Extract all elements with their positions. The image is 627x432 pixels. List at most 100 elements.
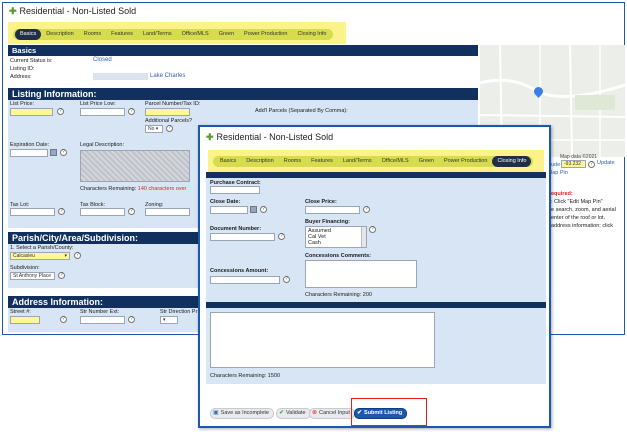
cancel-icon: ⊗ — [312, 410, 318, 416]
document-number-input[interactable] — [210, 233, 275, 241]
calendar-icon[interactable] — [250, 206, 257, 213]
calendar-icon[interactable] — [50, 149, 57, 156]
help-icon[interactable]: ? — [283, 276, 290, 283]
tab-power-production[interactable]: Power Production — [239, 29, 292, 40]
chars-remaining-label: Characters Remaining: 140 characters ove… — [80, 186, 186, 192]
help-icon[interactable]: ? — [369, 226, 376, 233]
list-price-input[interactable] — [10, 108, 53, 116]
parcel-input[interactable] — [145, 108, 190, 116]
tab-office-mls[interactable]: Office/MLS — [377, 156, 414, 167]
additional-parcels-label: Additional Parcels? — [145, 118, 193, 124]
str-direction-select[interactable]: ▾ — [160, 316, 178, 324]
tab-closing-info[interactable]: Closing Info — [492, 155, 532, 167]
subdivision-value: St Anthony Place — [13, 273, 52, 279]
select-parish-label: 1. Select a Parish/County: — [10, 245, 74, 251]
concessions-comments-textarea[interactable] — [305, 260, 417, 288]
scrollbar[interactable] — [361, 227, 366, 247]
plus-icon: ✚ — [9, 5, 17, 16]
update-link[interactable]: Update — [597, 160, 615, 166]
validate-button[interactable]: ✔ Validate — [276, 408, 311, 419]
help-icon[interactable]: ? — [58, 208, 65, 215]
close-price-input[interactable] — [305, 206, 360, 214]
tax-block-input[interactable] — [80, 208, 125, 216]
note-line-3: enter of the roof or lot. — [551, 215, 606, 221]
listing-info-header: Listing Information: — [8, 88, 478, 100]
tax-lot-input[interactable] — [10, 208, 55, 216]
note-line-1: : Click "Edit Map Pin" — [551, 199, 603, 205]
current-status-label: Current Status is: — [10, 58, 53, 64]
tab-office-mls[interactable]: Office/MLS — [177, 29, 214, 40]
zoning-input[interactable] — [145, 208, 190, 216]
address-info-header: Address Information: — [8, 296, 198, 308]
help-icon[interactable]: ? — [128, 316, 135, 323]
str-direction-label: Str Direction Pr — [160, 309, 198, 315]
help-icon[interactable]: ? — [166, 125, 173, 132]
back-title: Residential - Non-Listed Sold — [19, 6, 137, 16]
help-icon[interactable]: ? — [74, 252, 81, 259]
plus-icon: ✚ — [206, 131, 214, 142]
tab-green[interactable]: Green — [214, 29, 239, 40]
help-icon[interactable]: ? — [58, 272, 65, 279]
back-tab-bar: Basics Description Rooms Features Land/T… — [10, 25, 336, 43]
subdivision-input: St Anthony Place — [10, 272, 55, 280]
save-incomplete-button[interactable]: ▣ Save as Incomplete — [210, 408, 274, 419]
addl-parcels-label: Add'l Parcels (Separated By Comma): — [255, 108, 348, 114]
help-icon[interactable]: ? — [260, 206, 267, 213]
expiration-input[interactable] — [10, 149, 48, 157]
help-icon[interactable]: ? — [57, 108, 64, 115]
list-price-low-input[interactable] — [80, 108, 125, 116]
edit-map-pin-link[interactable]: lap Pin — [551, 170, 568, 176]
str-number-ext-input[interactable] — [80, 316, 125, 324]
parish-select[interactable]: Calcasieu ▾ — [10, 252, 70, 260]
close-date-input[interactable] — [210, 206, 248, 214]
front-tab-bar: Basics Description Rooms Features Land/T… — [210, 152, 536, 170]
tab-green[interactable]: Green — [414, 156, 439, 167]
cancel-input-button[interactable]: ⊗ Cancel Input — [309, 408, 355, 419]
concessions-comments-label: Concessions Comments: — [305, 253, 372, 259]
required-title: equired: — [551, 191, 573, 197]
list-price-low-label: List Price Low: — [80, 101, 116, 107]
address-city: Lake Charles — [150, 73, 186, 79]
tab-land-terms[interactable]: Land/Terms — [138, 29, 177, 40]
street-number-label: Street #: — [10, 309, 31, 315]
back-titlebar: ✚ Residential - Non-Listed Sold — [3, 3, 136, 19]
help-icon[interactable]: ? — [60, 316, 67, 323]
help-icon[interactable]: ? — [128, 108, 135, 115]
street-number-input[interactable] — [10, 316, 40, 324]
tab-features[interactable]: Features — [106, 29, 138, 40]
concessions-amount-input[interactable] — [210, 276, 280, 284]
tab-rooms[interactable]: Rooms — [79, 29, 106, 40]
listing-id-label: Listing ID: — [10, 66, 35, 72]
tab-closing-info[interactable]: Closing Info — [292, 29, 331, 40]
tab-description[interactable]: Description — [41, 29, 79, 40]
help-icon[interactable]: ? — [588, 161, 595, 168]
help-icon[interactable]: ? — [278, 233, 285, 240]
chars-label-text: Characters Remaining: — [80, 186, 137, 192]
save-incomplete-label: Save as Incomplete — [220, 410, 269, 416]
tab-basics[interactable]: Basics — [15, 28, 42, 40]
longitude-label: ude — [551, 162, 561, 168]
help-icon[interactable]: ? — [60, 149, 67, 156]
legal-description-textarea[interactable] — [80, 150, 190, 182]
save-icon: ▣ — [213, 410, 219, 416]
concessions-chars-remaining: Characters Remaining: 200 — [305, 292, 372, 298]
check-icon: ✔ — [279, 410, 285, 416]
tab-description[interactable]: Description — [241, 156, 279, 167]
private-chars-remaining: Characters Remaining: 1500 — [210, 373, 281, 379]
help-icon[interactable]: ? — [363, 206, 370, 213]
buyer-financing-list[interactable]: Assumed Cal Vet Cash — [305, 226, 367, 248]
cancel-input-label: Cancel Input — [319, 410, 350, 416]
help-icon[interactable]: ? — [128, 208, 135, 215]
financing-option[interactable]: Cash — [308, 240, 321, 246]
purchase-contract-input[interactable] — [210, 186, 260, 194]
legal-description-label: Legal Description: — [80, 142, 125, 148]
tab-power-production[interactable]: Power Production — [439, 156, 492, 167]
additional-parcels-select[interactable]: No ▾ — [145, 125, 163, 133]
private-remarks-textarea[interactable] — [210, 312, 435, 368]
tab-rooms[interactable]: Rooms — [279, 156, 306, 167]
front-titlebar: ✚ Residential - Non-Listed Sold — [200, 129, 333, 145]
tab-basics[interactable]: Basics — [215, 156, 241, 167]
front-tabstrip: Basics Description Rooms Features Land/T… — [213, 155, 534, 167]
tab-land-terms[interactable]: Land/Terms — [338, 156, 377, 167]
tab-features[interactable]: Features — [306, 156, 338, 167]
